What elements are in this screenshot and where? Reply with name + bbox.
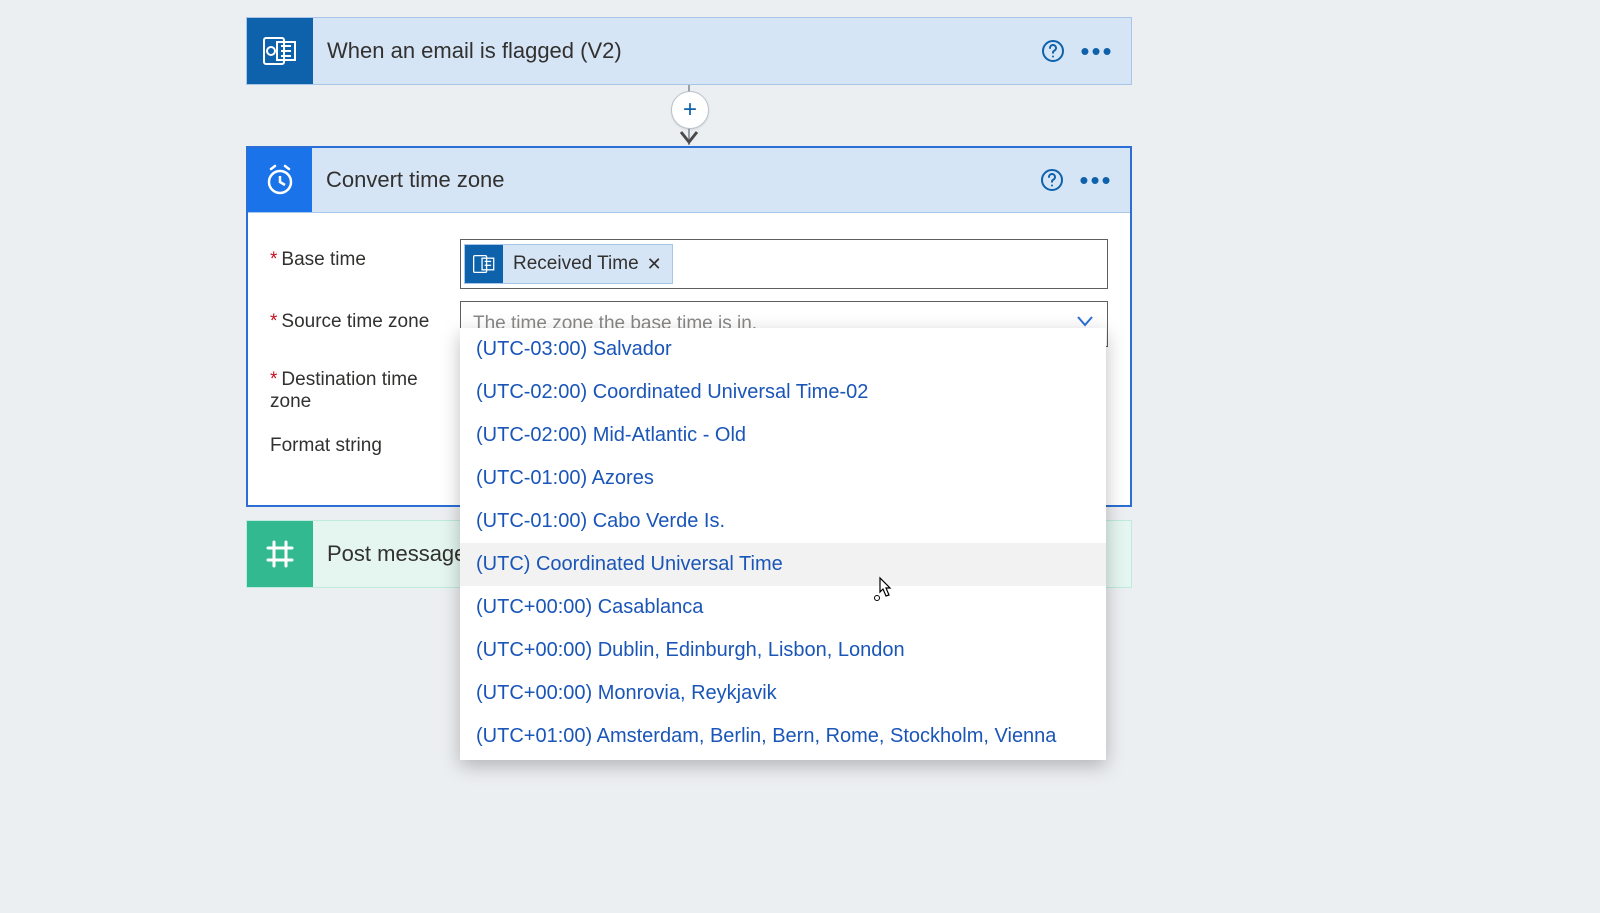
received-time-token[interactable]: Received Time ✕ (464, 244, 673, 284)
help-icon[interactable] (1031, 39, 1075, 63)
timezone-option[interactable]: (UTC-01:00) Azores (460, 457, 1106, 500)
slack-icon (247, 521, 313, 587)
action-title: Convert time zone (312, 167, 1030, 193)
help-icon[interactable] (1030, 168, 1074, 192)
base-time-input[interactable]: Received Time ✕ (460, 239, 1108, 289)
more-icon[interactable]: ••• (1074, 165, 1130, 196)
more-icon[interactable]: ••• (1075, 36, 1131, 67)
source-tz-options-list[interactable]: (UTC-03:00) Salvador(UTC-02:00) Coordina… (460, 328, 1106, 760)
timezone-option[interactable]: (UTC+00:00) Dublin, Edinburgh, Lisbon, L… (460, 629, 1106, 672)
clock-icon (248, 148, 312, 212)
base-time-label: *Base time (270, 239, 460, 271)
timezone-option[interactable]: (UTC-03:00) Salvador (460, 328, 1106, 371)
timezone-option[interactable]: (UTC+00:00) Casablanca (460, 586, 1106, 629)
timezone-option[interactable]: (UTC-02:00) Mid-Atlantic - Old (460, 414, 1106, 457)
add-step-button[interactable]: + (671, 91, 709, 129)
timezone-option[interactable]: (UTC+01:00) Amsterdam, Berlin, Bern, Rom… (460, 715, 1106, 758)
outlook-icon (465, 245, 503, 283)
outlook-icon (247, 18, 313, 84)
remove-token-icon[interactable]: ✕ (647, 254, 662, 275)
timezone-option[interactable]: (UTC-01:00) Cabo Verde Is. (460, 500, 1106, 543)
timezone-option[interactable]: (UTC) Coordinated Universal Time (460, 543, 1106, 586)
source-tz-label: *Source time zone (270, 301, 460, 333)
dest-tz-label: *Destination time zone (270, 359, 460, 413)
action-header[interactable]: Convert time zone ••• (248, 148, 1130, 213)
timezone-option[interactable]: (UTC-02:00) Coordinated Universal Time-0… (460, 371, 1106, 414)
token-label: Received Time (513, 253, 639, 275)
trigger-card[interactable]: When an email is flagged (V2) ••• (246, 17, 1132, 85)
trigger-title: When an email is flagged (V2) (313, 38, 1031, 64)
format-string-label: Format string (270, 425, 460, 457)
timezone-option[interactable]: (UTC+00:00) Monrovia, Reykjavik (460, 672, 1106, 715)
